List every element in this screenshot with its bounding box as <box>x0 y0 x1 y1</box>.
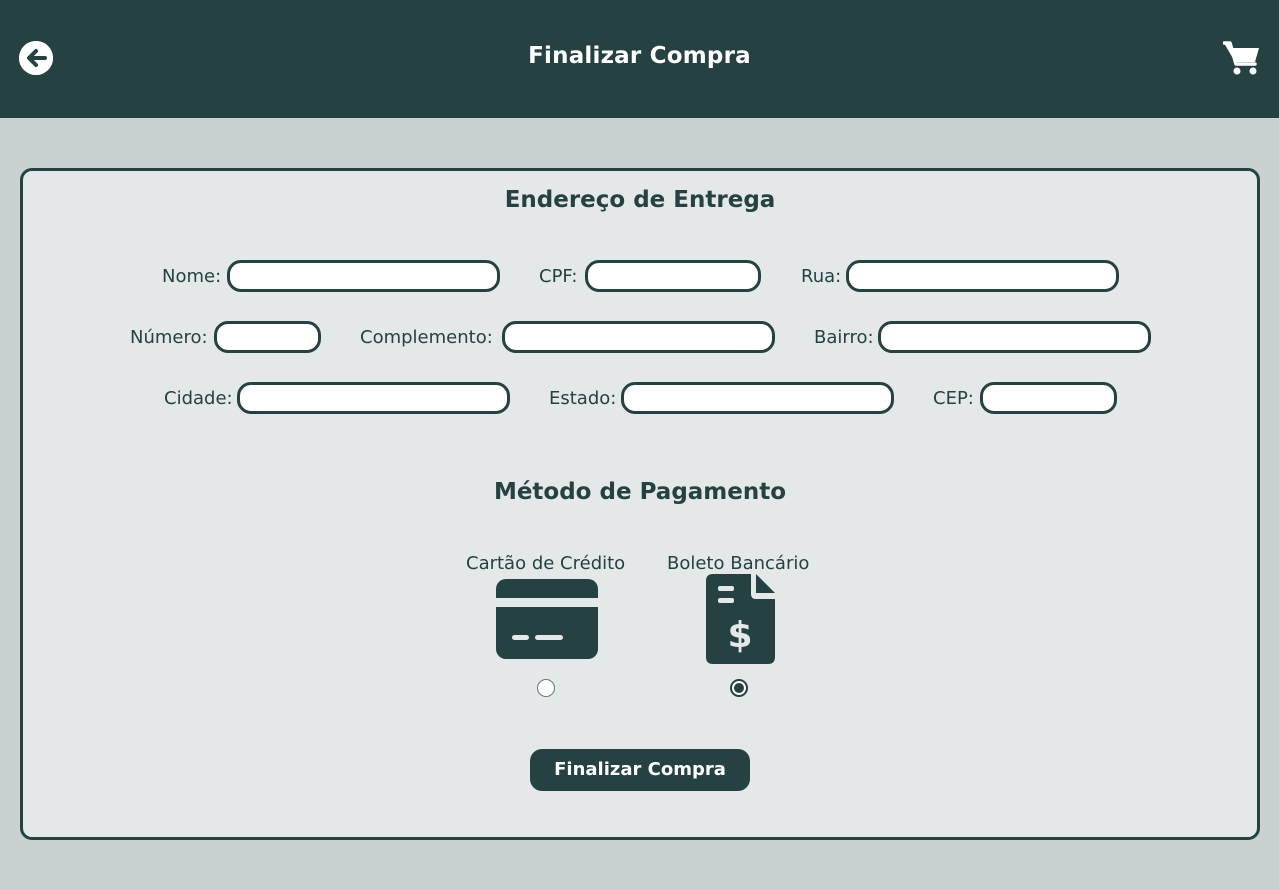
credit-card-radio[interactable] <box>537 679 555 697</box>
rua-label: Rua: <box>801 266 842 287</box>
cep-field[interactable] <box>980 382 1117 414</box>
credit-card-label: Cartão de Crédito <box>466 553 626 574</box>
cidade-field[interactable] <box>237 382 510 414</box>
boleto-radio[interactable] <box>730 679 748 697</box>
nome-field[interactable] <box>227 260 500 292</box>
complemento-label: Complemento: <box>360 327 493 348</box>
checkout-card: Endereço de Entrega Nome: CPF: Rua: Núme… <box>20 168 1260 840</box>
invoice-dollar-icon: $ <box>706 574 775 664</box>
cep-label: CEP: <box>933 388 974 409</box>
nome-label: Nome: <box>162 266 222 287</box>
page-title: Finalizar Compra <box>528 43 751 69</box>
complemento-field[interactable] <box>502 321 775 353</box>
bairro-field[interactable] <box>878 321 1151 353</box>
numero-field[interactable] <box>214 321 321 353</box>
credit-card-icon <box>496 579 598 659</box>
estado-label: Estado: <box>549 388 617 409</box>
cpf-label: CPF: <box>539 266 578 287</box>
boleto-label: Boleto Bancário <box>667 553 810 574</box>
cidade-label: Cidade: <box>164 388 233 409</box>
bairro-label: Bairro: <box>814 327 874 348</box>
svg-text:$: $ <box>727 615 752 656</box>
estado-field[interactable] <box>621 382 894 414</box>
finalize-purchase-button[interactable]: Finalizar Compra <box>530 749 750 791</box>
address-section-title: Endereço de Entrega <box>504 187 776 213</box>
cpf-field[interactable] <box>585 260 761 292</box>
payment-section-title: Método de Pagamento <box>493 479 787 505</box>
numero-label: Número: <box>130 327 208 348</box>
rua-field[interactable] <box>846 260 1119 292</box>
cart-button[interactable] <box>1222 40 1261 76</box>
app-header: Finalizar Compra <box>0 0 1279 118</box>
shopping-cart-icon <box>1222 41 1259 75</box>
